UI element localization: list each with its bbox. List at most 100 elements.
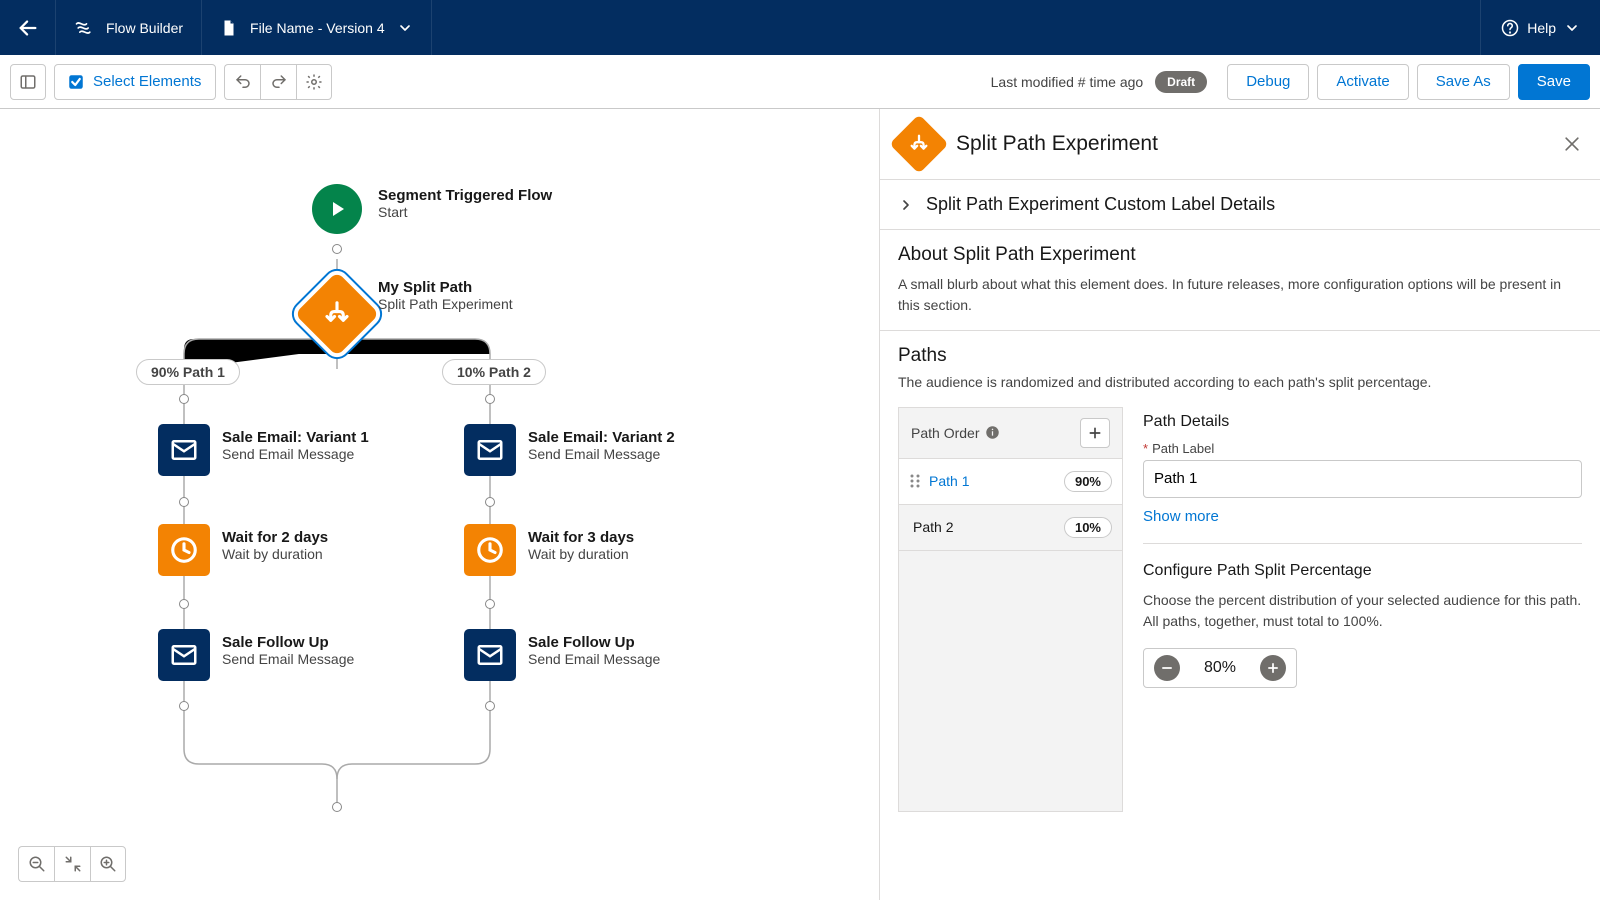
connector-dot[interactable] — [332, 244, 342, 254]
panel-title: Split Path Experiment — [956, 132, 1546, 156]
node-label-title: Segment Triggered Flow — [378, 187, 552, 204]
app-switcher[interactable]: Flow Builder — [56, 0, 201, 55]
connector-dot[interactable] — [179, 599, 189, 609]
paths-section: Paths The audience is randomized and dis… — [880, 330, 1600, 826]
branch-label-path2[interactable]: 10% Path 2 — [442, 359, 546, 385]
undo-icon — [234, 73, 252, 91]
percentage-stepper: 80% — [1143, 648, 1297, 688]
about-title: About Split Path Experiment — [898, 244, 1582, 266]
email-icon — [169, 640, 199, 670]
zoom-out-button[interactable] — [18, 846, 54, 882]
close-button[interactable] — [1562, 134, 1582, 154]
panel-left-icon — [19, 73, 37, 91]
path-order-list: Path Order Path 1 90% — [898, 407, 1123, 812]
debug-button[interactable]: Debug — [1227, 64, 1309, 100]
arrow-left-icon — [17, 17, 39, 39]
flow-canvas[interactable]: Segment Triggered Flow Start My Split Pa… — [0, 109, 880, 900]
node-label-subtitle: Send Email Message — [528, 446, 675, 462]
close-icon — [1562, 134, 1582, 154]
zoom-in-button[interactable] — [90, 846, 126, 882]
properties-panel: Split Path Experiment Split Path Experim… — [880, 109, 1600, 900]
add-path-button[interactable] — [1080, 418, 1110, 448]
node-label-title: Sale Email: Variant 1 — [222, 429, 369, 446]
main: Segment Triggered Flow Start My Split Pa… — [0, 109, 1600, 900]
show-more-link[interactable]: Show more — [1143, 508, 1219, 525]
node-label-title: Sale Follow Up — [528, 634, 660, 651]
connector-dot[interactable] — [179, 701, 189, 711]
back-button[interactable] — [0, 0, 55, 55]
zoom-controls — [18, 846, 126, 882]
flow-node-email[interactable] — [158, 629, 210, 681]
save-button[interactable]: Save — [1518, 64, 1590, 100]
undo-button[interactable] — [224, 64, 260, 100]
path-label-input[interactable] — [1143, 460, 1582, 498]
activate-button[interactable]: Activate — [1317, 64, 1408, 100]
redo-icon — [270, 73, 288, 91]
topbar: Flow Builder File Name - Version 4 Help — [0, 0, 1600, 55]
flow-node-start[interactable] — [312, 184, 362, 234]
toggle-left-panel-button[interactable] — [10, 64, 46, 100]
flow-node-email[interactable] — [464, 629, 516, 681]
node-label-subtitle: Wait by duration — [528, 546, 634, 562]
connector-dot[interactable] — [485, 701, 495, 711]
node-label-subtitle: Send Email Message — [222, 651, 354, 667]
email-icon — [475, 435, 505, 465]
split-path-icon — [889, 114, 948, 173]
path-row[interactable]: Path 2 10% — [899, 505, 1122, 551]
connector-dot[interactable] — [485, 599, 495, 609]
path-row[interactable]: Path 1 90% — [899, 459, 1122, 505]
save-as-button[interactable]: Save As — [1417, 64, 1510, 100]
plus-icon — [1087, 425, 1103, 441]
help-dropdown[interactable]: Help — [1481, 19, 1600, 37]
chevron-down-icon — [1564, 20, 1580, 36]
collapse-section[interactable]: Split Path Experiment Custom Label Detai… — [880, 179, 1600, 229]
toolbar: Select Elements Last modified # time ago… — [0, 55, 1600, 109]
node-label-subtitle: Start — [378, 204, 552, 220]
info-icon[interactable] — [985, 425, 1000, 440]
connector-dot[interactable] — [485, 394, 495, 404]
path-percentage: 90% — [1064, 471, 1112, 492]
flow-node-email[interactable] — [464, 424, 516, 476]
flow-builder-icon — [74, 18, 94, 38]
last-modified-label: Last modified # time ago — [991, 74, 1144, 90]
select-elements-button[interactable]: Select Elements — [54, 64, 216, 100]
flow-node-email[interactable] — [158, 424, 210, 476]
flow-node-split[interactable] — [297, 274, 377, 354]
connector-dot[interactable] — [485, 497, 495, 507]
email-icon — [169, 435, 199, 465]
gear-icon — [305, 73, 323, 91]
fit-view-button[interactable] — [54, 846, 90, 882]
node-label-subtitle: Send Email Message — [528, 651, 660, 667]
about-section: About Split Path Experiment A small blur… — [880, 229, 1600, 330]
connector-dot[interactable] — [179, 394, 189, 404]
node-label-title: Sale Email: Variant 2 — [528, 429, 675, 446]
chevron-right-icon — [898, 197, 914, 213]
settings-button[interactable] — [296, 64, 332, 100]
increment-button[interactable] — [1260, 655, 1286, 681]
configure-percentage-title: Configure Path Split Percentage — [1143, 562, 1582, 580]
connector-dot[interactable] — [332, 802, 342, 812]
play-icon — [325, 197, 349, 221]
percentage-value: 80% — [1200, 659, 1240, 677]
flow-node-wait[interactable] — [158, 524, 210, 576]
status-badge: Draft — [1155, 71, 1207, 93]
branch-label-path1[interactable]: 90% Path 1 — [136, 359, 240, 385]
decrement-button[interactable] — [1154, 655, 1180, 681]
minus-icon — [1160, 661, 1174, 675]
path-details-heading: Path Details — [1143, 413, 1582, 431]
flow-node-wait[interactable] — [464, 524, 516, 576]
flow-connections — [0, 109, 879, 900]
configure-percentage-desc: Choose the percent distribution of your … — [1143, 590, 1582, 632]
file-dropdown[interactable]: File Name - Version 4 — [202, 0, 431, 55]
select-icon — [67, 73, 85, 91]
node-label-subtitle: Wait by duration — [222, 546, 328, 562]
path-name: Path 1 — [929, 473, 1056, 489]
paths-title: Paths — [898, 345, 1582, 367]
path-order-label: Path Order — [911, 425, 979, 441]
redo-button[interactable] — [260, 64, 296, 100]
connector-dot[interactable] — [179, 497, 189, 507]
clock-icon — [169, 535, 199, 565]
zoom-out-icon — [28, 855, 46, 873]
drag-handle-icon[interactable] — [909, 473, 921, 489]
path-order-header: Path Order — [899, 408, 1122, 459]
